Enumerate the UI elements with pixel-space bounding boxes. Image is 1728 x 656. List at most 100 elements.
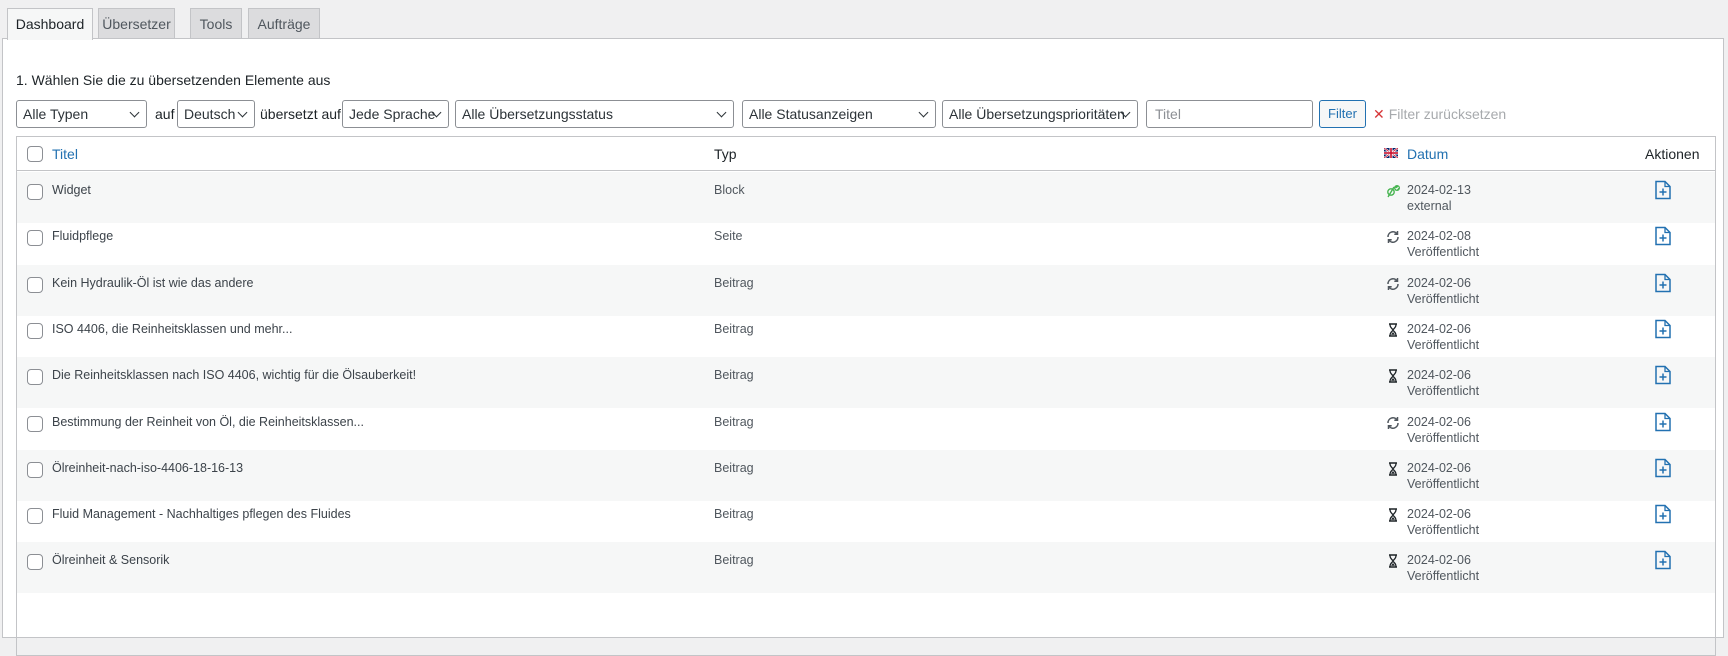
row-type: Beitrag <box>714 275 754 290</box>
add-translation-icon[interactable] <box>1654 550 1672 570</box>
row-type: Beitrag <box>714 368 754 383</box>
row-date: 2024-02-06 Veröffentlicht <box>1407 460 1479 492</box>
filter-bar: Alle Typen auf Deutsch übersetzt auf Jed… <box>16 100 1716 128</box>
table-row: Kein Hydraulik-Öl ist wie das andere Beit… <box>17 264 1715 316</box>
row-checkbox[interactable] <box>27 554 43 571</box>
needs-update-icon[interactable] <box>1385 229 1401 245</box>
row-type: Beitrag <box>714 321 754 336</box>
row-date: 2024-02-06 Veröffentlicht <box>1407 275 1479 307</box>
hourglass-icon[interactable] <box>1385 553 1401 569</box>
needs-update-icon[interactable] <box>1385 276 1401 292</box>
add-translation-icon[interactable] <box>1654 412 1672 432</box>
reset-filter-link[interactable]: ✕ Filter zurücksetzen <box>1373 100 1506 128</box>
translated-icon[interactable] <box>1385 183 1401 199</box>
row-date-value: 2024-02-06 <box>1407 321 1471 336</box>
row-checkbox[interactable] <box>27 461 43 478</box>
close-icon: ✕ <box>1373 106 1385 122</box>
add-translation-icon[interactable] <box>1654 226 1672 246</box>
hourglass-icon[interactable] <box>1385 368 1401 384</box>
row-state: Veröffentlicht <box>1407 523 1480 538</box>
status-display-select[interactable]: Alle Statusanzeigen <box>742 100 936 128</box>
row-date: 2024-02-08 Veröffentlicht <box>1407 228 1479 260</box>
row-date: 2024-02-06 Veröffentlicht <box>1407 506 1479 538</box>
needs-update-icon[interactable] <box>1385 415 1401 431</box>
row-date-value: 2024-02-06 <box>1407 275 1471 290</box>
table-row: Fluidpflege Seite 2024-02-08 Veröffentlicht <box>17 218 1715 269</box>
translation-status-select[interactable]: Alle Übersetzungsstatus <box>455 100 734 128</box>
row-type: Block <box>714 183 745 197</box>
table-row: Bestimmung der Reinheit von Öl, die Rein… <box>17 404 1715 455</box>
column-title[interactable]: Titel <box>52 137 78 171</box>
row-date: 2024-02-13 external <box>1407 182 1471 214</box>
translated-to-label: übersetzt auf <box>260 106 341 122</box>
table-row: Ölreinheit-nach-iso-4406-18-16-13 Beitrag… <box>17 449 1715 501</box>
row-date-value: 2024-02-06 <box>1407 460 1471 475</box>
hourglass-icon[interactable] <box>1385 461 1401 477</box>
items-table: Titel Typ Datum Aktionen Widget Block 2024… <box>16 136 1716 656</box>
hourglass-icon[interactable] <box>1385 507 1401 523</box>
table-header: Titel Typ Datum Aktionen <box>17 137 1715 171</box>
row-type: Seite <box>714 229 743 244</box>
row-date: 2024-02-06 Veröffentlicht <box>1407 321 1479 353</box>
row-date-value: 2024-02-06 <box>1407 507 1471 522</box>
add-translation-icon[interactable] <box>1654 365 1672 385</box>
tab-dashboard[interactable]: Dashboard <box>7 8 93 40</box>
select-all-checkbox[interactable] <box>27 146 43 162</box>
target-language-select[interactable]: Jede Sprache <box>342 100 449 128</box>
add-translation-icon[interactable] <box>1654 504 1672 524</box>
column-date[interactable]: Datum <box>1407 137 1448 171</box>
row-type: Beitrag <box>714 507 754 522</box>
row-checkbox[interactable] <box>27 508 43 525</box>
row-title: Ölreinheit & Sensorik <box>52 553 170 568</box>
row-state: Veröffentlicht <box>1407 430 1480 445</box>
row-date: 2024-02-06 Veröffentlicht <box>1407 552 1479 584</box>
row-checkbox[interactable] <box>27 322 43 339</box>
row-type: Beitrag <box>714 460 754 475</box>
row-date: 2024-02-06 Veröffentlicht <box>1407 367 1479 399</box>
row-date-value: 2024-02-06 <box>1407 368 1471 383</box>
tab-bar: Dashboard Übersetzer Tools Aufträge <box>0 0 1728 40</box>
add-translation-icon[interactable] <box>1654 319 1672 339</box>
row-state: external <box>1407 199 1452 213</box>
auf-label: auf <box>155 106 175 122</box>
row-title: Kein Hydraulik-Öl ist wie das andere <box>52 275 254 290</box>
hourglass-icon[interactable] <box>1385 322 1401 338</box>
row-state: Veröffentlicht <box>1407 476 1480 491</box>
type-select[interactable]: Alle Typen <box>16 100 147 128</box>
step-label: 1. Wählen Sie die zu übersetzenden Eleme… <box>16 72 331 88</box>
row-date-value: 2024-02-06 <box>1407 414 1471 429</box>
add-translation-icon[interactable] <box>1654 273 1672 293</box>
tab-tools[interactable]: Tools <box>190 8 242 39</box>
dashboard-panel: 1. Wählen Sie die zu übersetzenden Eleme… <box>2 38 1724 656</box>
reset-filter-label: Filter zurücksetzen <box>1388 106 1507 122</box>
row-title: Fluidpflege <box>52 229 114 244</box>
priority-select[interactable]: Alle Übersetzungsprioritäten <box>942 100 1138 128</box>
table-row: Ölreinheit & Sensorik Beitrag 2024-02-06 Ve… <box>17 542 1715 594</box>
row-state: Veröffentlicht <box>1407 569 1480 584</box>
row-title: Ölreinheit-nach-iso-4406-18-16-13 <box>52 460 244 475</box>
row-title: Die Reinheitsklassen nach ISO 4406, wich… <box>52 368 417 383</box>
row-checkbox[interactable] <box>27 415 43 432</box>
add-translation-icon[interactable] <box>1654 458 1672 478</box>
row-title: Widget <box>52 183 91 197</box>
table-row: ISO 4406, die Reinheitsklassen und mehr.… <box>17 311 1715 362</box>
row-date: 2024-02-06 Veröffentlicht <box>1407 414 1479 446</box>
tab-uebersetzer[interactable]: Übersetzer <box>98 8 175 39</box>
row-checkbox[interactable] <box>27 230 43 247</box>
table-row: Widget Block 2024-02-13 external <box>17 172 1715 223</box>
row-checkbox[interactable] <box>27 276 43 293</box>
row-state: Veröffentlicht <box>1407 245 1480 260</box>
column-type: Typ <box>714 146 737 162</box>
row-date-value: 2024-02-06 <box>1407 553 1471 568</box>
add-translation-icon[interactable] <box>1654 180 1672 200</box>
language-select[interactable]: Deutsch <box>177 100 255 128</box>
row-checkbox[interactable] <box>27 184 43 200</box>
filter-button[interactable]: Filter <box>1319 100 1366 128</box>
title-filter-input[interactable]: Titel <box>1146 100 1313 128</box>
uk-flag-icon <box>1384 148 1398 158</box>
row-state: Veröffentlicht <box>1407 291 1480 306</box>
row-state: Veröffentlicht <box>1407 384 1480 399</box>
row-date-value: 2024-02-13 <box>1407 183 1471 197</box>
tab-auftraege[interactable]: Aufträge <box>248 8 320 39</box>
row-checkbox[interactable] <box>27 369 43 386</box>
